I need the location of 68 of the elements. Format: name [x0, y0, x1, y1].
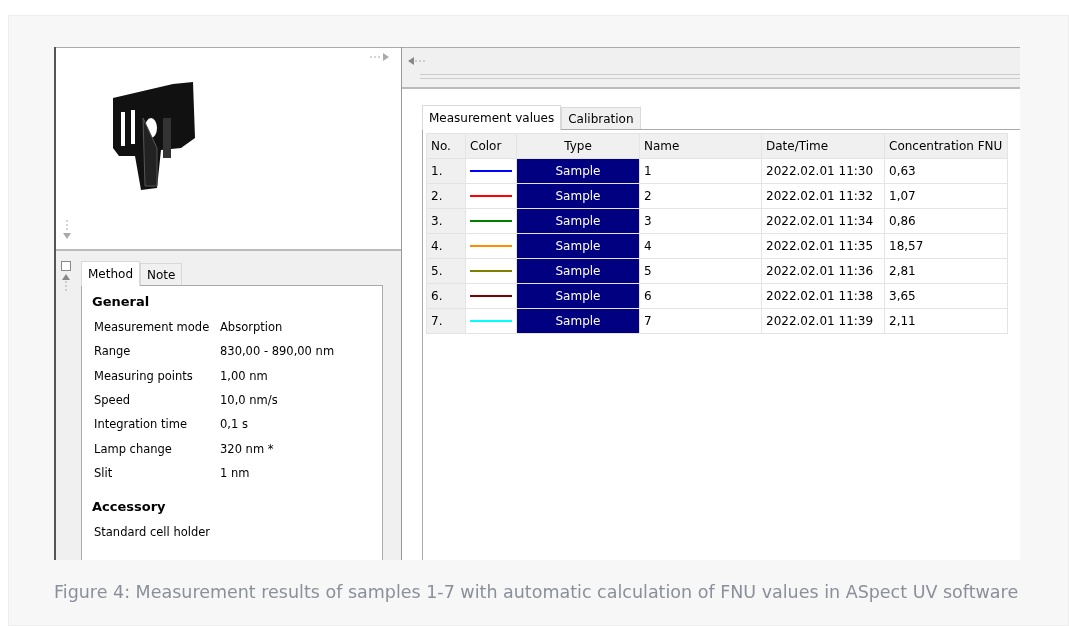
tab[interactable]: Method: [81, 261, 140, 286]
property-label: Range: [94, 344, 132, 359]
tab[interactable]: Note: [140, 263, 183, 285]
table-cell: 0,63: [884, 158, 1008, 184]
row-number: 3.: [426, 208, 466, 234]
dotted-arrow-icon: [369, 52, 391, 62]
section-heading: General: [92, 294, 151, 309]
table-cell: 2,11: [884, 308, 1008, 334]
table-cell: Sample: [516, 258, 640, 284]
table-cell: Sample: [516, 183, 640, 209]
row-number: 2.: [426, 183, 466, 209]
table-cell: 2022.02.01 11:39: [761, 308, 885, 334]
table-cell: 3: [639, 208, 762, 234]
property-value: 10,0 nm/s: [220, 393, 278, 408]
tab[interactable]: Calibration: [561, 107, 641, 129]
property-label: Measurement mode: [94, 320, 211, 335]
table-cell: 2022.02.01 11:30: [761, 158, 885, 184]
property-value: 0,1 s: [220, 417, 248, 432]
table-cell: Sample: [516, 283, 640, 309]
property-value: 1 nm: [220, 465, 250, 480]
table-cell: 6: [639, 283, 762, 309]
table-cell: 2022.02.01 11:36: [761, 258, 885, 284]
table-cell: Sample: [516, 208, 640, 234]
property-label: Speed: [94, 393, 132, 408]
table-cell: 1,07: [884, 183, 1008, 209]
table-cell: Sample: [516, 158, 640, 184]
table-cell: 0,86: [884, 208, 1008, 234]
section-heading: Accessory: [92, 499, 167, 515]
table-cell: 2022.02.01 11:38: [761, 283, 885, 309]
tab[interactable]: Measurement values: [422, 105, 562, 130]
table-cell: 2022.02.01 11:34: [761, 208, 885, 234]
row-number: 1.: [426, 158, 466, 184]
property-value: 830,00 - 890,00 nm: [220, 344, 335, 359]
table-cell: 2,81: [884, 258, 1008, 284]
row-number: 4.: [426, 233, 466, 259]
square-icon: [61, 261, 71, 271]
property-label: Slit: [94, 465, 114, 480]
table-cell: 5: [639, 258, 762, 284]
property-value: Absorption: [220, 320, 283, 335]
table-cell: 1: [639, 158, 762, 184]
figure-caption: Figure 4: Measurement results of samples 1-7 with automatic calculation of FNU values in ASpect UV software: [54, 582, 1020, 602]
property-label: Lamp change: [94, 441, 173, 456]
table-cell: 7: [639, 308, 762, 334]
row-number: 7.: [426, 308, 466, 334]
column-header[interactable]: Color: [465, 133, 517, 159]
row-number: 5.: [426, 258, 466, 284]
dotted-arrow-icon: [406, 56, 428, 66]
table-cell: Sample: [516, 233, 640, 259]
property-label: Measuring points: [94, 368, 194, 383]
dotted-arrow-icon: [62, 219, 72, 241]
property-label: Standard cell holder: [94, 525, 212, 540]
table-cell: Sample: [516, 308, 640, 334]
property-label: Integration time: [94, 417, 188, 432]
table-cell: 18,57: [884, 233, 1008, 259]
table-cell: 2: [639, 183, 762, 209]
column-header[interactable]: Type: [516, 133, 640, 159]
row-number: 6.: [426, 283, 466, 309]
table-cell: 2022.02.01 11:32: [761, 183, 885, 209]
table-cell: 4: [639, 233, 762, 259]
column-header[interactable]: Name: [639, 133, 762, 159]
column-header[interactable]: Concentration FNU: [884, 133, 1008, 159]
dotted-arrow-icon: [61, 272, 71, 294]
column-header[interactable]: Date/Time: [761, 133, 885, 159]
table-cell: 3,65: [884, 283, 1008, 309]
property-value: 320 nm *: [220, 441, 274, 456]
column-header[interactable]: No.: [426, 133, 466, 159]
table-cell: 2022.02.01 11:35: [761, 233, 885, 259]
property-value: 1,00 nm: [220, 368, 268, 383]
